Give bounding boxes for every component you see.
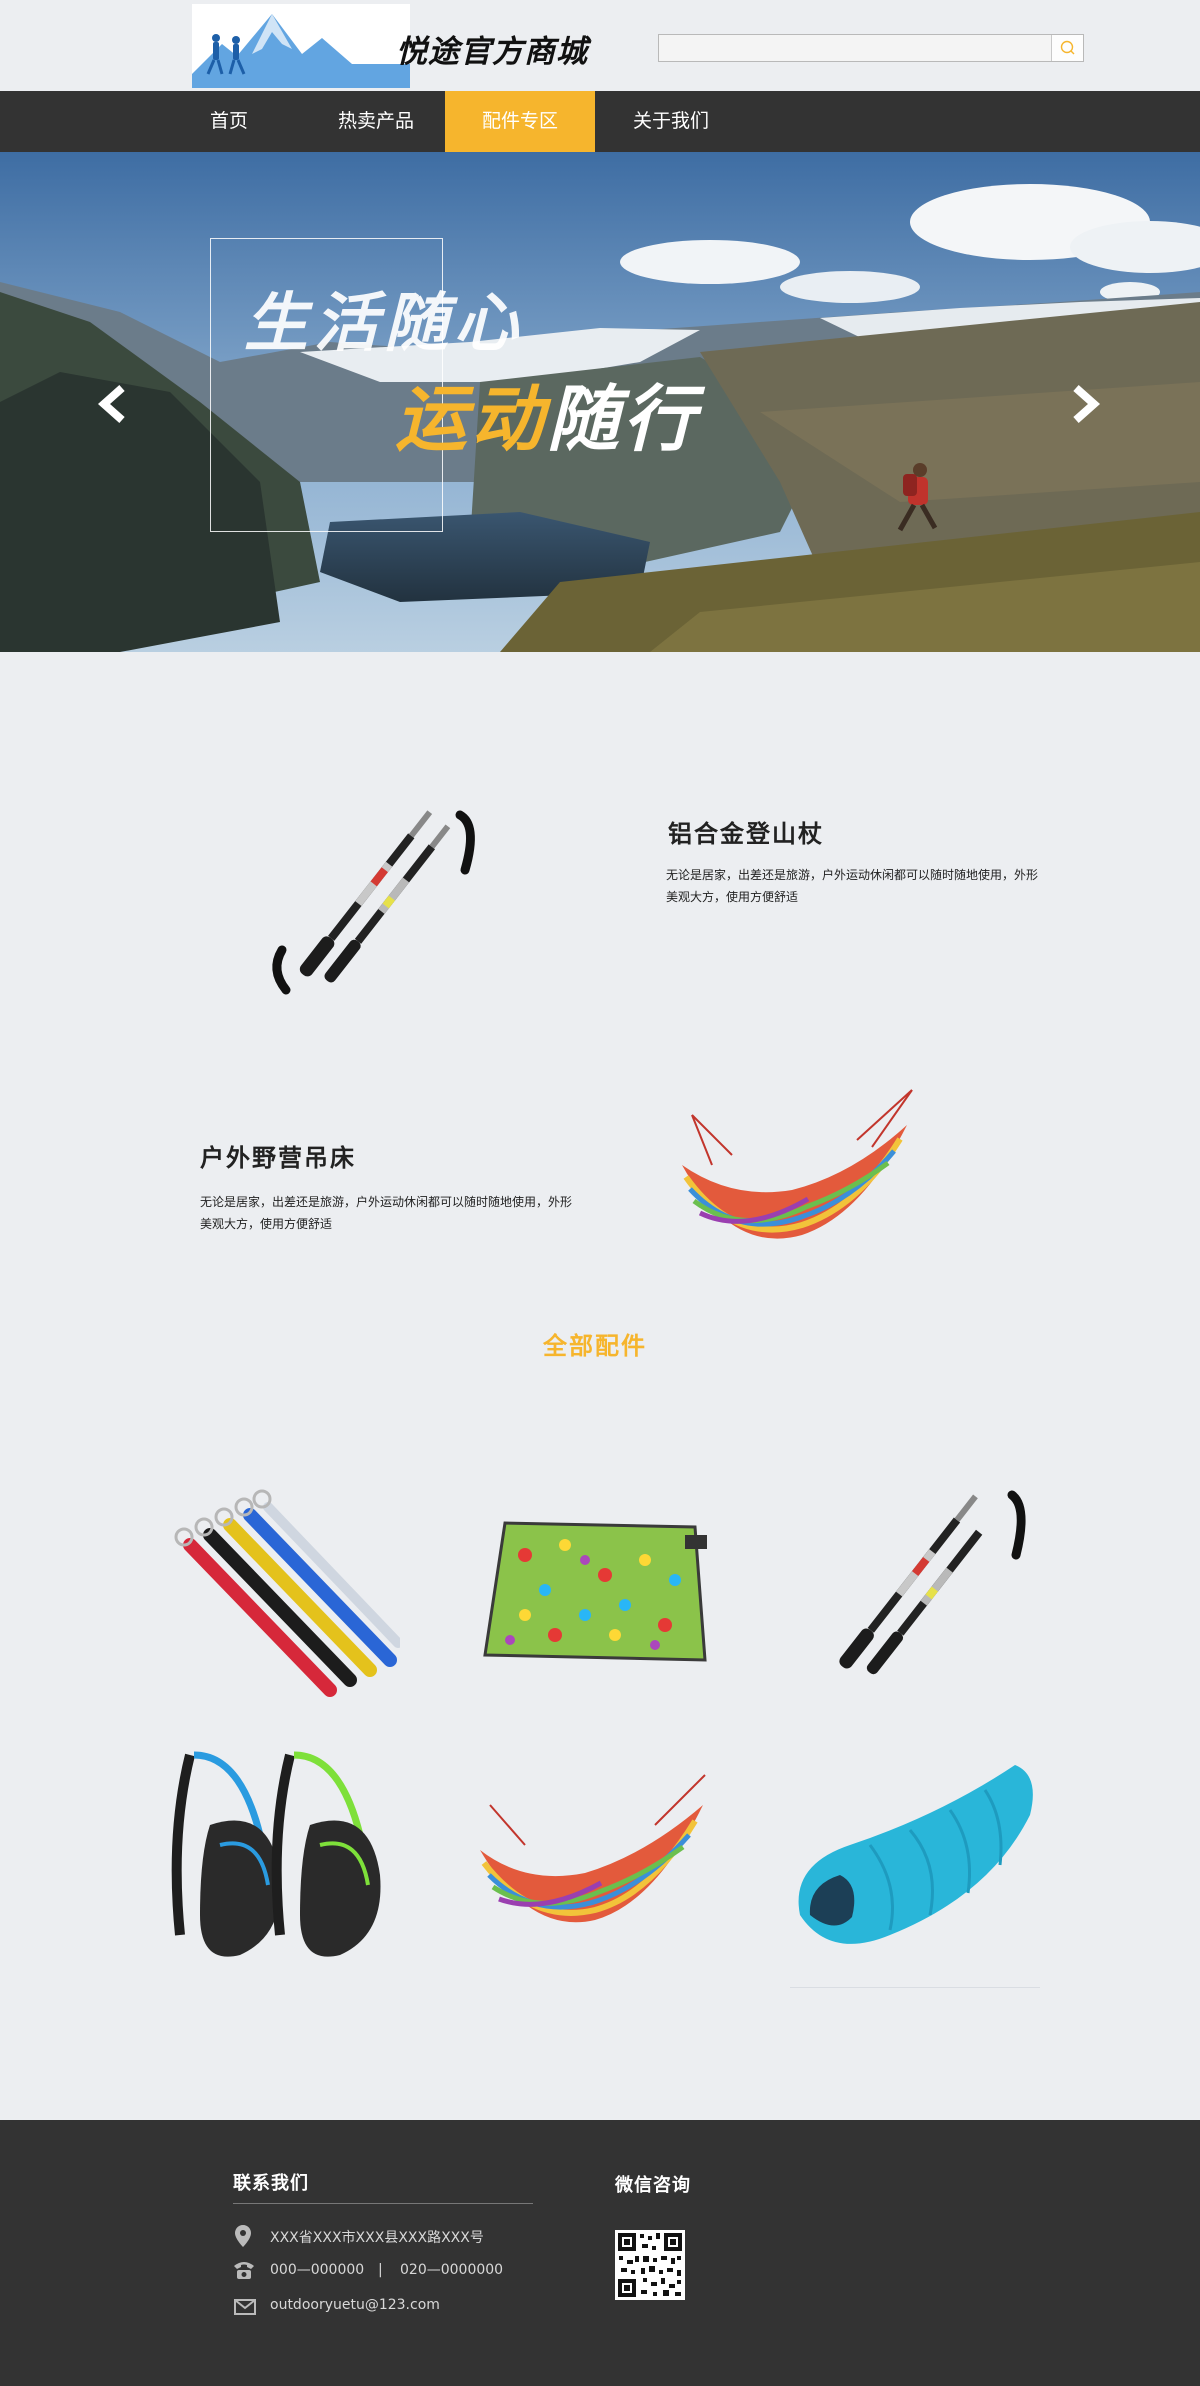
footer-phone-2: 020—0000000 bbox=[400, 2262, 504, 2278]
prev-slide-button[interactable] bbox=[92, 382, 136, 426]
all-accessories-title: 全部配件 bbox=[543, 1332, 647, 1360]
chevron-left-icon bbox=[97, 385, 125, 423]
product-sleeping-bag[interactable] bbox=[790, 1735, 1040, 1988]
chevron-right-icon bbox=[1073, 385, 1101, 423]
banner-slogan-accent: 运动 bbox=[395, 376, 548, 461]
location-pin-icon bbox=[235, 2225, 251, 2247]
mail-icon bbox=[234, 2299, 256, 2315]
search-icon bbox=[1060, 40, 1075, 55]
nav-item-home[interactable]: 首页 bbox=[188, 91, 270, 152]
sleeping-bag-image bbox=[798, 1765, 1033, 1944]
featured-desc-hammock: 无论是居家，出差还是旅游，户外运动休闲都可以随时随地使用，外形美观大方，使用方便… bbox=[200, 1195, 573, 1231]
featured-title-trekking-pole[interactable]: 铝合金登山杖 bbox=[668, 814, 824, 849]
product-hammock[interactable] bbox=[465, 1735, 715, 1985]
tent-stakes-image bbox=[174, 1489, 403, 1697]
footer-contact-title: 联系我们 bbox=[233, 2173, 309, 2194]
banner-slogan-line1: 生活随心 bbox=[244, 286, 524, 361]
featured-hammock-image[interactable] bbox=[672, 1085, 922, 1260]
product-sling-backpack[interactable] bbox=[150, 1735, 400, 1985]
footer-divider bbox=[233, 2203, 533, 2204]
main-nav: 首页 热卖产品 配件专区 关于我们 bbox=[0, 91, 1200, 152]
logo-mountain-image[interactable] bbox=[192, 4, 410, 88]
next-slide-button[interactable] bbox=[1062, 382, 1106, 426]
banner-slogan-rest: 随行 bbox=[547, 376, 700, 461]
product-picnic-mat[interactable] bbox=[465, 1465, 715, 1715]
hammock-image bbox=[480, 1774, 706, 1923]
featured-desc-trekking-pole: 无论是居家，出差还是旅游，户外运动休闲都可以随时随地使用，外形美观大方，使用方便… bbox=[666, 868, 1039, 904]
product-tent-stakes[interactable] bbox=[150, 1465, 403, 1715]
footer-email[interactable]: outdooryuetu@123.com bbox=[270, 2297, 440, 2313]
sling-backpack-image bbox=[171, 1751, 381, 1957]
nav-item-accessories[interactable]: 配件专区 bbox=[445, 91, 595, 152]
featured-trekking-pole-image[interactable] bbox=[250, 790, 490, 1010]
featured-title-hammock[interactable]: 户外野营吊床 bbox=[200, 1138, 356, 1173]
footer-address: XXX省XXX市XXX县XXX路XXX号 bbox=[270, 2230, 484, 2246]
footer-wechat-title: 微信咨询 bbox=[615, 2175, 691, 2196]
footer-phone-1: 000—000000 bbox=[270, 2262, 365, 2278]
search-input[interactable] bbox=[659, 35, 1052, 61]
hero-banner: 生活随心 运动随行 bbox=[0, 152, 1200, 652]
nav-item-about-us[interactable]: 关于我们 bbox=[615, 91, 727, 152]
search-button[interactable] bbox=[1051, 35, 1083, 61]
product-trekking-pole[interactable] bbox=[790, 1465, 1040, 1715]
picnic-mat-image bbox=[483, 1521, 707, 1662]
footer: 联系我们 XXX省XXX市XXX县XXX路XXX号 000—000000 | 0… bbox=[0, 2120, 1200, 2386]
phone-icon bbox=[234, 2262, 254, 2279]
nav-item-hot-products[interactable]: 热卖产品 bbox=[320, 91, 432, 152]
banner-slogan-line2: 运动随行 bbox=[395, 360, 699, 465]
footer-phone-separator: | bbox=[378, 2262, 383, 2278]
search-bar bbox=[658, 34, 1084, 62]
wechat-qr-code bbox=[615, 2230, 685, 2300]
header: 悦途官方商城 bbox=[0, 0, 1200, 91]
trekking-pole-image bbox=[839, 1490, 1026, 1675]
site-logo-text[interactable]: 悦途官方商城 bbox=[396, 26, 588, 71]
product-underline bbox=[790, 1987, 1040, 1988]
